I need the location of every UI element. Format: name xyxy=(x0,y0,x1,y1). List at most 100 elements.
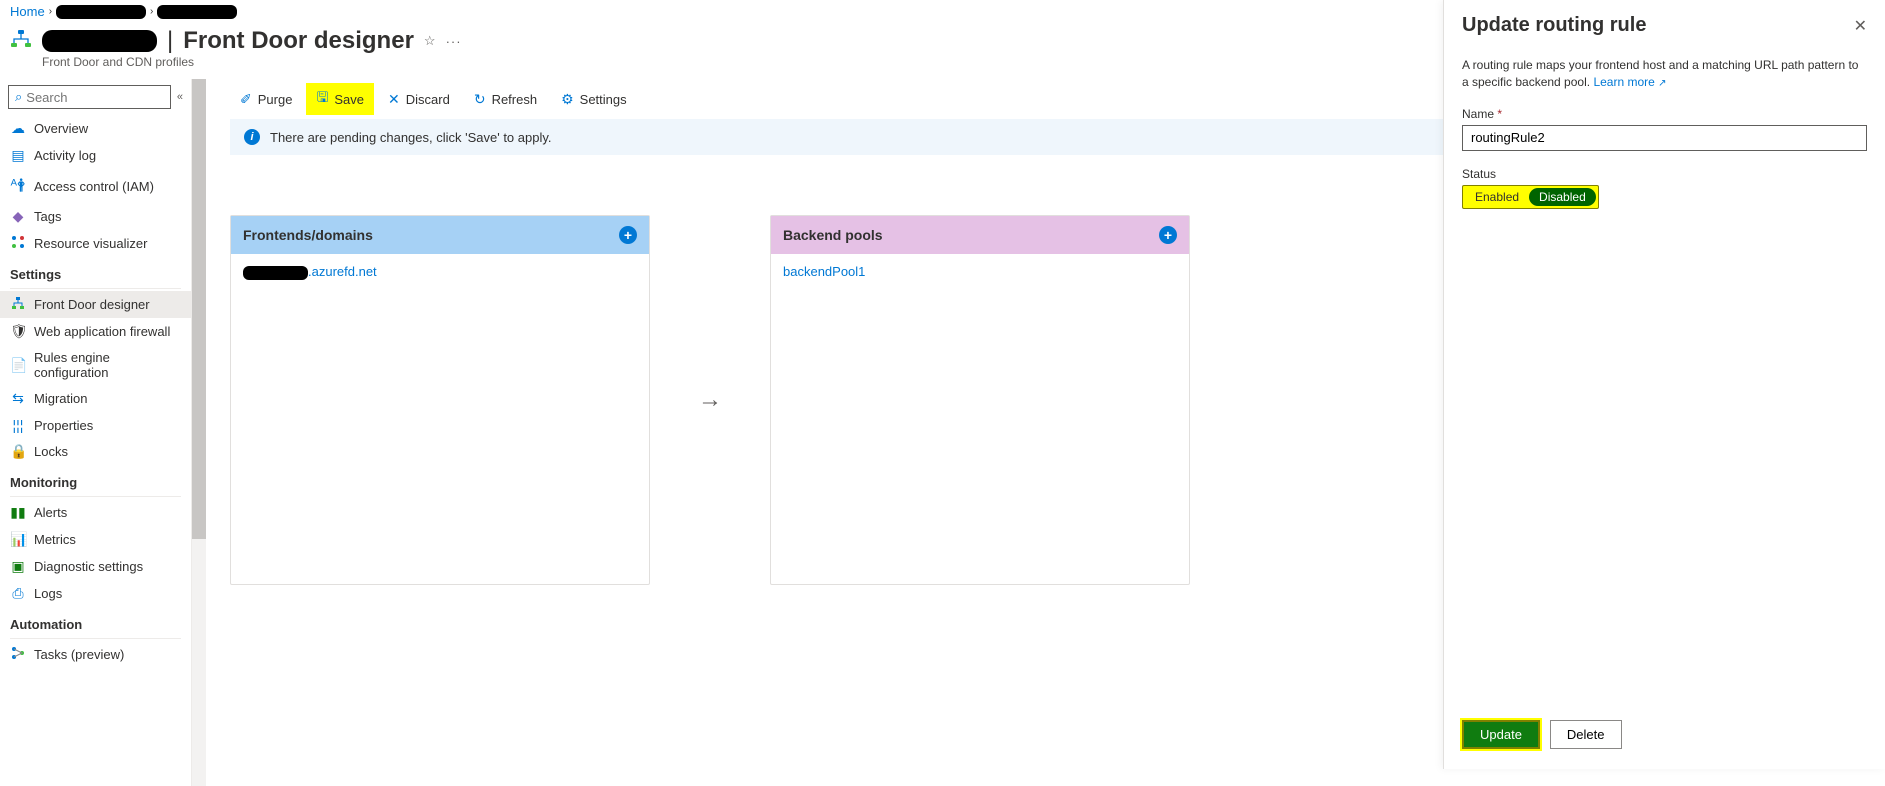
sidebar-item-waf[interactable]: 🛡Web application firewall xyxy=(0,318,191,345)
properties-icon: ¦¦¦ xyxy=(10,417,26,433)
sidebar-item-label: Metrics xyxy=(34,532,76,547)
alerts-icon: ▮▮ xyxy=(10,504,26,521)
resource-name-redacted xyxy=(42,30,157,52)
delete-button[interactable]: Delete xyxy=(1550,720,1622,749)
tasks-icon xyxy=(10,646,26,663)
sidebar-item-activity-log[interactable]: ▤ Activity log xyxy=(0,142,191,169)
sidebar-item-alerts[interactable]: ▮▮ Alerts xyxy=(0,499,191,526)
migration-icon: ⇆ xyxy=(10,390,26,407)
settings-icon: ⚙ xyxy=(561,91,574,108)
more-menu-icon[interactable]: ··· xyxy=(446,34,462,49)
backend-item[interactable]: backendPool1 xyxy=(783,264,865,279)
backends-card-header: Backend pools + xyxy=(771,216,1189,254)
rules-icon: 📄 xyxy=(10,357,26,374)
diagnostic-icon: ▣ xyxy=(10,558,26,575)
learn-more-link[interactable]: Learn more ↗ xyxy=(1593,75,1666,89)
sidebar-item-rules-engine[interactable]: 📄 Rules engine configuration xyxy=(0,345,191,385)
sidebar-item-tags[interactable]: ◆Tags xyxy=(0,203,191,230)
sidebar-item-front-door-designer[interactable]: Front Door designer xyxy=(0,291,191,318)
status-enabled-option[interactable]: Enabled xyxy=(1465,188,1529,206)
cmd-label: Refresh xyxy=(492,92,538,107)
chevron-right-icon: › xyxy=(150,6,153,17)
sidebar-item-logs[interactable]: ⎙ Logs xyxy=(0,580,191,607)
lock-icon: 🔒 xyxy=(10,443,26,460)
add-backend-button[interactable]: + xyxy=(1159,226,1177,244)
panel-title: Update routing rule xyxy=(1462,14,1646,37)
sidebar-item-label: Overview xyxy=(34,121,88,136)
discard-button[interactable]: ✕ Discard xyxy=(378,87,460,112)
sidebar-item-migration[interactable]: ⇆Migration xyxy=(0,385,191,412)
backends-card: Backend pools + backendPool1 xyxy=(770,215,1190,585)
sidebar-item-diagnostic[interactable]: ▣ Diagnostic settings xyxy=(0,553,191,580)
collapse-sidebar-icon[interactable]: « xyxy=(177,91,183,103)
sidebar-item-resource-visualizer[interactable]: Resource visualizer xyxy=(0,230,191,257)
status-label: Status xyxy=(1462,167,1867,181)
name-input[interactable] xyxy=(1462,125,1867,151)
status-toggle: Enabled Disabled xyxy=(1462,185,1599,209)
external-link-icon: ↗ xyxy=(1658,78,1666,89)
sidebar-item-iam[interactable]: ᴬ🛉 Access control (IAM) xyxy=(0,169,191,203)
save-button[interactable]: 🖫 Save xyxy=(306,83,374,115)
name-label: Name * xyxy=(1462,107,1867,121)
metrics-icon: 📊 xyxy=(10,531,26,548)
sidebar-item-properties[interactable]: ¦¦¦Properties xyxy=(0,412,191,438)
frontend-item[interactable]: .azurefd.net xyxy=(243,264,377,279)
sidebar-search[interactable]: ⌕ xyxy=(8,85,171,109)
breadcrumb-home[interactable]: Home xyxy=(10,4,45,19)
save-icon: 🖫 xyxy=(316,87,328,111)
close-panel-button[interactable]: ✕ xyxy=(1854,16,1867,36)
sidebar-item-locks[interactable]: 🔒Locks xyxy=(0,438,191,465)
card-title: Backend pools xyxy=(783,227,883,243)
panel-description: A routing rule maps your frontend host a… xyxy=(1462,57,1867,91)
sidebar-item-metrics[interactable]: 📊 Metrics xyxy=(0,526,191,553)
divider xyxy=(10,496,181,497)
title-separator: | xyxy=(167,27,173,55)
purge-button[interactable]: ✐ Purge xyxy=(230,87,302,112)
designer-icon xyxy=(10,296,26,313)
backends-card-body: backendPool1 xyxy=(771,254,1189,289)
tag-icon: ◆ xyxy=(10,208,26,225)
discard-icon: ✕ xyxy=(388,91,400,108)
status-disabled-option[interactable]: Disabled xyxy=(1529,188,1596,206)
status-field: Status Enabled Disabled xyxy=(1462,167,1867,209)
favorite-star-icon[interactable]: ☆ xyxy=(424,33,436,49)
search-input[interactable] xyxy=(26,90,164,105)
frontends-card-body: .azurefd.net xyxy=(231,254,649,290)
chevron-right-icon: › xyxy=(49,6,52,17)
add-frontend-button[interactable]: + xyxy=(619,226,637,244)
sidebar-item-label: Activity log xyxy=(34,148,96,163)
visualizer-icon xyxy=(10,235,26,252)
frontend-suffix: .azurefd.net xyxy=(308,264,377,279)
log-icon: ▤ xyxy=(10,147,26,164)
sidebar-item-overview[interactable]: ☁ Overview xyxy=(0,115,191,142)
refresh-button[interactable]: ↻Refresh xyxy=(464,87,547,112)
required-marker: * xyxy=(1497,107,1502,121)
sidebar-group-monitoring: Monitoring xyxy=(0,465,191,494)
scrollbar-thumb[interactable] xyxy=(192,79,206,539)
settings-button[interactable]: ⚙Settings xyxy=(551,87,637,112)
sidebar-item-tasks[interactable]: Tasks (preview) xyxy=(0,641,191,668)
logs-icon: ⎙ xyxy=(10,585,26,602)
breadcrumb-redacted-2 xyxy=(157,5,237,19)
sidebar-item-label: Diagnostic settings xyxy=(34,559,143,574)
card-title: Frontends/domains xyxy=(243,227,373,243)
iam-icon: ᴬ🛉 xyxy=(10,174,26,198)
sidebar-item-label: Access control (IAM) xyxy=(34,179,154,194)
name-label-text: Name xyxy=(1462,107,1494,121)
routing-rule-panel: Update routing rule ✕ A routing rule map… xyxy=(1443,0,1885,769)
arrow-right-icon: → xyxy=(690,215,730,585)
sidebar-item-label: Logs xyxy=(34,586,62,601)
sidebar-item-label: Front Door designer xyxy=(34,297,150,312)
sidebar-scrollbar[interactable] xyxy=(192,79,206,786)
cmd-label: Save xyxy=(334,92,364,107)
cmd-label: Discard xyxy=(406,92,450,107)
cloud-icon: ☁ xyxy=(10,120,26,137)
sidebar-item-label: Rules engine configuration xyxy=(34,350,181,380)
sidebar-item-label: Resource visualizer xyxy=(34,236,147,251)
divider xyxy=(10,288,181,289)
sidebar-group-settings: Settings xyxy=(0,257,191,286)
cmd-label: Purge xyxy=(258,92,293,107)
purge-icon: ✐ xyxy=(240,91,252,108)
update-button[interactable]: Update xyxy=(1462,720,1540,749)
sidebar-item-label: Alerts xyxy=(34,505,67,520)
